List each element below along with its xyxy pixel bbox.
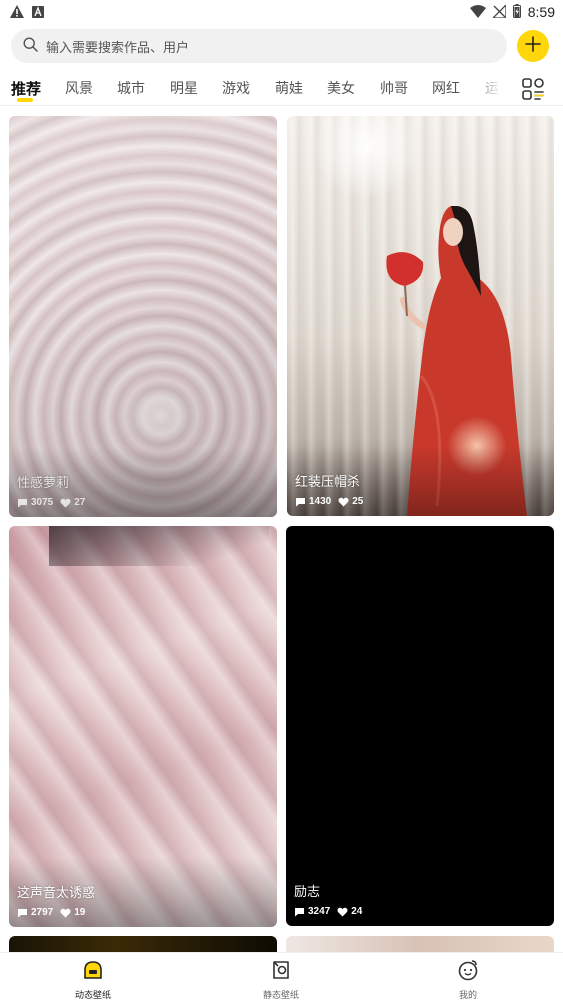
card-title: 这声音太诱惑 bbox=[17, 886, 96, 901]
comment-icon bbox=[17, 498, 28, 508]
heart-icon bbox=[60, 908, 71, 918]
tab-games[interactable]: 游戏 bbox=[222, 78, 250, 98]
light-glow bbox=[307, 116, 427, 196]
warning-icon bbox=[10, 3, 24, 22]
comment-count: 2797 bbox=[31, 907, 54, 918]
tab-recommended[interactable]: 推荐 bbox=[11, 78, 41, 99]
add-button[interactable] bbox=[517, 30, 549, 62]
card-title: 励志 bbox=[294, 885, 321, 900]
heart-icon bbox=[60, 498, 71, 508]
battery-icon bbox=[512, 3, 521, 22]
wallpaper-card[interactable]: 性感萝莉 3075 27 bbox=[9, 116, 277, 517]
status-time: 8:59 bbox=[527, 4, 555, 20]
tab-city[interactable]: 城市 bbox=[117, 78, 145, 98]
heart-icon bbox=[337, 907, 348, 917]
nav-label: 静态壁纸 bbox=[262, 991, 299, 1000]
status-left bbox=[10, 3, 44, 22]
search-input[interactable]: 输入需要搜索作品、用户 bbox=[11, 29, 507, 63]
plus-icon bbox=[525, 36, 541, 56]
notification-a-icon bbox=[32, 3, 44, 22]
wallpaper-card[interactable]: 这声音太诱惑 2797 19 bbox=[9, 526, 277, 927]
bottom-nav: 动态壁纸 静态壁纸 我的 bbox=[0, 952, 563, 1000]
search-placeholder: 输入需要搜索作品、用户 bbox=[46, 40, 190, 56]
dark-streak bbox=[49, 526, 269, 566]
tab-influencers[interactable]: 网红 bbox=[432, 78, 460, 98]
status-bar: 8:59 bbox=[0, 0, 563, 24]
comment-count: 3075 bbox=[31, 497, 54, 508]
nav-label: 我的 bbox=[458, 991, 477, 1000]
wifi-icon bbox=[469, 3, 486, 22]
nav-label: 动态壁纸 bbox=[74, 991, 111, 1000]
like-count: 25 bbox=[352, 496, 364, 507]
wallpaper-card[interactable]: 红装压帽杀 1430 25 bbox=[287, 116, 554, 516]
search-row: 输入需要搜索作品、用户 bbox=[0, 29, 563, 65]
nav-dynamic-wallpaper[interactable]: 动态壁纸 bbox=[53, 959, 133, 1000]
like-count: 19 bbox=[74, 907, 86, 918]
category-grid-icon[interactable] bbox=[521, 77, 545, 101]
card-shade bbox=[9, 447, 277, 517]
card-stats: 3075 27 bbox=[17, 497, 85, 508]
nav-profile[interactable]: 我的 bbox=[428, 959, 508, 1000]
comment-count: 1430 bbox=[309, 496, 332, 507]
tab-scenery[interactable]: 风景 bbox=[65, 78, 93, 98]
comment-count: 3247 bbox=[308, 906, 331, 917]
active-tab-indicator bbox=[17, 98, 33, 102]
card-stats: 1430 25 bbox=[295, 496, 363, 507]
card-stats: 3247 24 bbox=[294, 906, 362, 917]
wallpaper-card[interactable]: 励志 3247 24 bbox=[286, 526, 554, 926]
like-count: 24 bbox=[351, 906, 363, 917]
comment-icon bbox=[17, 908, 28, 918]
nav-static-wallpaper[interactable]: 静态壁纸 bbox=[241, 959, 321, 1000]
tab-handsome[interactable]: 帅哥 bbox=[380, 78, 408, 98]
tabs-fade-overlay bbox=[470, 72, 510, 104]
static-wallpaper-icon bbox=[270, 959, 292, 985]
category-tabs: 推荐 风景 城市 明星 游戏 萌娃 美女 帅哥 网红 运 bbox=[0, 72, 563, 106]
heart-icon bbox=[338, 497, 349, 507]
status-right: 8:59 bbox=[469, 2, 555, 22]
dynamic-wallpaper-icon bbox=[82, 959, 104, 985]
tab-beauties[interactable]: 美女 bbox=[327, 78, 355, 98]
tab-cute-kids[interactable]: 萌娃 bbox=[275, 78, 303, 98]
tabs-divider bbox=[0, 105, 563, 106]
tab-stars[interactable]: 明星 bbox=[170, 78, 198, 98]
card-title: 性感萝莉 bbox=[17, 476, 70, 491]
card-stats: 2797 19 bbox=[17, 907, 85, 918]
comment-icon bbox=[294, 907, 305, 917]
like-count: 27 bbox=[74, 497, 86, 508]
card-title: 红装压帽杀 bbox=[295, 475, 361, 490]
search-icon bbox=[23, 36, 38, 56]
profile-face-icon bbox=[457, 959, 479, 985]
comment-icon bbox=[295, 497, 306, 507]
no-signal-icon bbox=[491, 2, 507, 22]
